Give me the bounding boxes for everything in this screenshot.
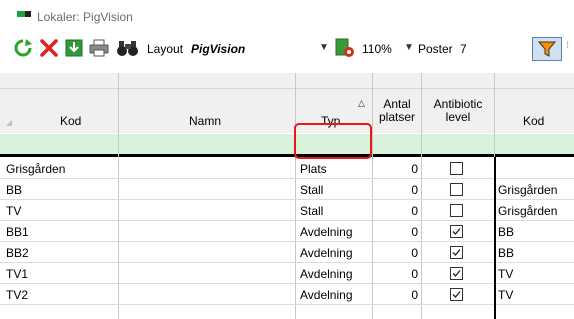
cell-antal: 0: [411, 288, 418, 302]
sort-indicator-icon: △: [358, 98, 365, 108]
cell-parent: TV: [498, 288, 514, 302]
column-header-parent-kod[interactable]: Kod: [523, 115, 544, 128]
cell-typ: Avdelning: [300, 267, 353, 281]
print-icon[interactable]: [87, 37, 111, 59]
column-header-namn[interactable]: Namn: [189, 115, 221, 128]
cell-parent: TV: [498, 267, 514, 281]
window-title: Lokaler: PigVision: [37, 10, 133, 24]
cell-antal: 0: [411, 204, 418, 218]
save-icon[interactable]: [63, 37, 85, 59]
grid-group-header: [0, 73, 574, 89]
cell-kod: TV1: [6, 267, 29, 281]
cell-kod: BB2: [6, 246, 29, 260]
cell-typ: Stall: [300, 204, 324, 218]
cell-parent: Grisgården: [498, 204, 558, 218]
cell-typ: Avdelning: [300, 225, 353, 239]
layout-dropdown-icon[interactable]: ▼: [319, 42, 329, 53]
cell-antal: 0: [411, 162, 418, 176]
cell-antal: 0: [411, 267, 418, 281]
highlight-box: [294, 123, 372, 159]
antibiotic-checkbox[interactable]: [450, 288, 463, 301]
delete-icon[interactable]: [38, 37, 60, 59]
zoom-dropdown-icon[interactable]: ▼: [404, 42, 414, 53]
cell-antal: 0: [411, 225, 418, 239]
layout-select[interactable]: PigVision: [191, 42, 245, 56]
poster-label: Poster: [418, 42, 453, 56]
toolbar: Layout PigVision ▼ 110% ▼ Poster 7: [0, 33, 574, 63]
cell-kod: Grisgården: [6, 162, 66, 176]
antibiotic-checkbox[interactable]: [450, 246, 463, 259]
column-header-antal-line2[interactable]: platser: [375, 111, 419, 124]
cell-typ: Avdelning: [300, 288, 353, 302]
zoom-value[interactable]: 110%: [362, 42, 392, 56]
refresh-icon[interactable]: [12, 37, 34, 59]
column-header-antibiotic-line2[interactable]: level: [424, 111, 492, 124]
binoculars-icon[interactable]: [114, 37, 142, 59]
cell-kod: BB: [6, 183, 23, 197]
window-titlebar: Lokaler: PigVision: [0, 0, 574, 30]
grid-filter-row[interactable]: [0, 134, 574, 154]
cell-antal: 0: [411, 246, 418, 260]
antibiotic-checkbox[interactable]: [450, 204, 463, 217]
antibiotic-checkbox[interactable]: [450, 162, 463, 175]
cell-kod: TV2: [6, 288, 29, 302]
antibiotic-checkbox[interactable]: [450, 267, 463, 280]
row-selector-indicator: [6, 120, 12, 126]
layout-settings-icon[interactable]: [333, 37, 357, 59]
cell-typ: Avdelning: [300, 246, 353, 260]
toolbar-overflow: ⁝: [566, 40, 570, 51]
cell-parent: BB: [498, 246, 515, 260]
column-header-kod[interactable]: Kod: [60, 115, 81, 128]
antibiotic-checkbox[interactable]: [450, 225, 463, 238]
poster-count: 7: [460, 42, 467, 56]
cell-kod: TV: [6, 204, 22, 218]
cell-parent: Grisgården: [498, 183, 558, 197]
filter-button[interactable]: [532, 37, 562, 61]
layout-label: Layout: [147, 42, 184, 56]
cell-parent: BB: [498, 225, 515, 239]
cell-typ: Plats: [300, 162, 327, 176]
cell-kod: BB1: [6, 225, 29, 239]
cell-antal: 0: [411, 183, 418, 197]
app-icon: [17, 11, 31, 17]
filter-icon: [538, 41, 556, 57]
cell-typ: Stall: [300, 183, 324, 197]
antibiotic-checkbox[interactable]: [450, 183, 463, 196]
